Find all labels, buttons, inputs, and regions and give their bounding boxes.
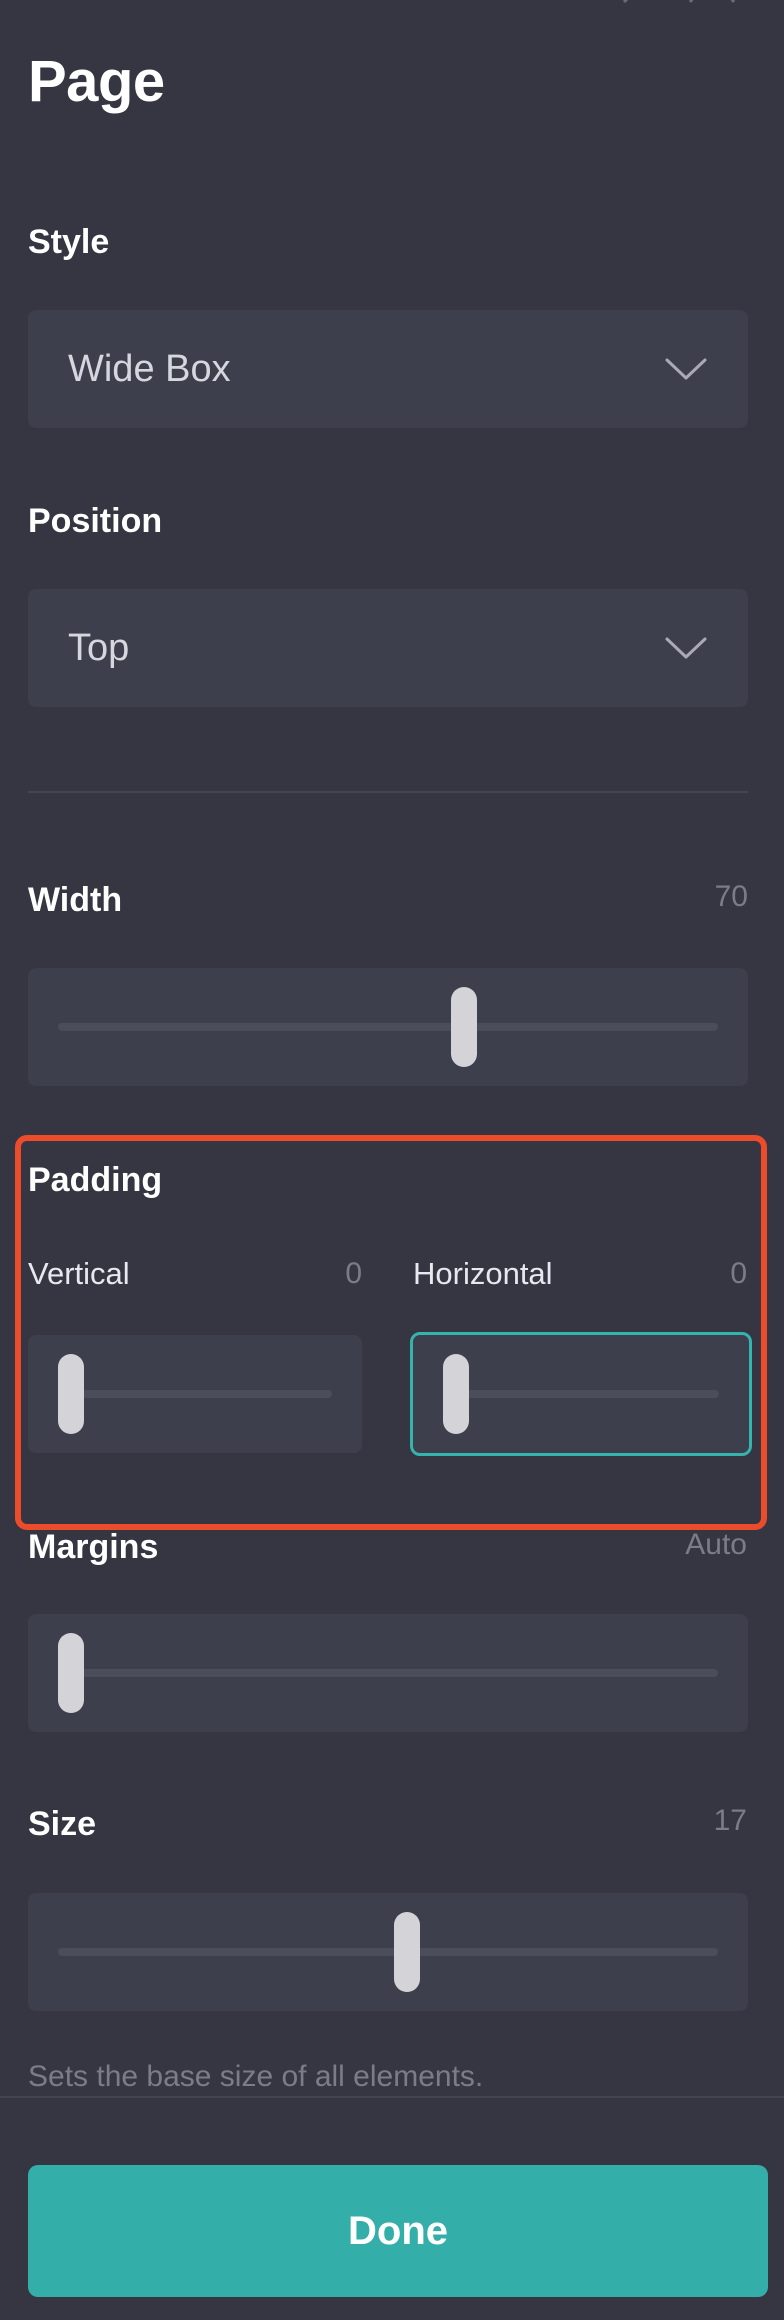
position-select-value: Top (68, 626, 130, 669)
style-select-value: Wide Box (68, 347, 231, 390)
margins-slider[interactable] (28, 1614, 748, 1732)
width-slider[interactable] (28, 968, 748, 1086)
size-value: 17 (713, 1804, 747, 1837)
slider-track (58, 1023, 718, 1031)
position-select[interactable]: Top (28, 589, 748, 707)
margins-label: Margins (28, 1528, 159, 1566)
slider-thumb[interactable] (451, 987, 478, 1067)
width-value: 70 (714, 880, 748, 913)
size-slider[interactable] (28, 1893, 748, 2011)
done-button[interactable]: Done (28, 2165, 768, 2297)
slider-thumb[interactable] (394, 1912, 421, 1992)
slider-thumb[interactable] (58, 1633, 84, 1713)
slider-track (58, 1669, 718, 1677)
slider-track (58, 1948, 718, 1956)
style-select[interactable]: Wide Box (28, 310, 748, 428)
style-label: Style (28, 223, 110, 261)
highlight-box (15, 1135, 767, 1530)
width-label: Width (28, 881, 123, 919)
margins-value: Auto (685, 1528, 747, 1561)
top-nav-fragment-icon (622, 0, 736, 4)
footer-divider (0, 2096, 784, 2098)
page-title: Page (28, 49, 165, 114)
section-divider (28, 791, 748, 793)
chevron-down-icon (665, 637, 707, 659)
chevron-down-icon (665, 358, 707, 380)
size-helper-text: Sets the base size of all elements. (28, 2060, 484, 2093)
size-label: Size (28, 1805, 97, 1843)
position-label: Position (28, 502, 163, 540)
